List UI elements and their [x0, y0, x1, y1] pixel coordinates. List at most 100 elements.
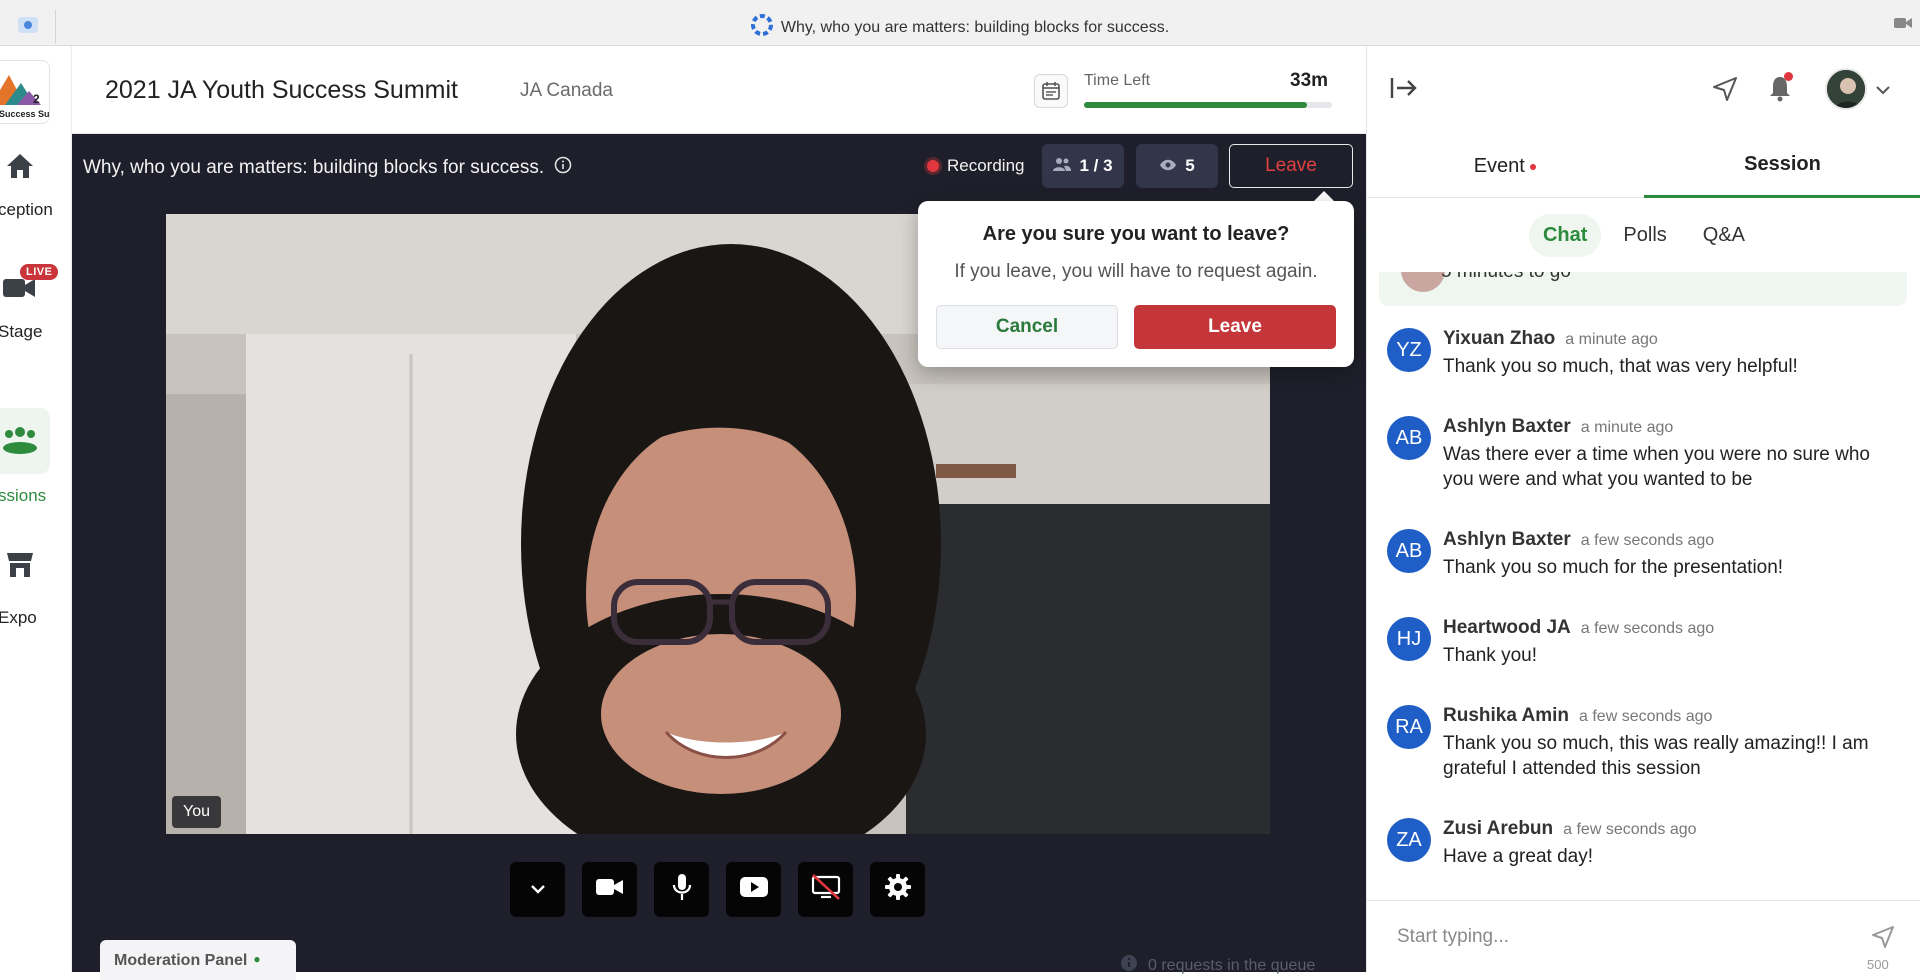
user-avatar[interactable]	[1825, 68, 1867, 110]
avatar: HJ	[1387, 617, 1431, 661]
avatar: RA	[1387, 705, 1431, 749]
chat-messages: 5 minutes to go YZ Yixuan Zhao a minute a…	[1367, 272, 1920, 900]
message-time: a few seconds ago	[1580, 532, 1715, 549]
people-icon	[1053, 156, 1072, 176]
request-queue-status: 0 requests in the queue	[1120, 954, 1315, 977]
tab-event[interactable]: Event ●	[1367, 134, 1644, 198]
message-author: Yixuan Zhao a minute ago	[1443, 328, 1658, 350]
recording-indicator: Recording	[927, 156, 1025, 176]
subtab-chat[interactable]: Chat	[1528, 214, 1602, 257]
home-icon	[0, 146, 40, 186]
calendar-icon[interactable]	[1034, 74, 1068, 108]
microphone-toggle-button[interactable]	[654, 862, 709, 917]
more-options-button[interactable]	[510, 862, 565, 917]
send-message-icon[interactable]	[1871, 925, 1895, 954]
event-title: 2021 JA Youth Success Summit	[105, 76, 458, 104]
message-text: Thank you so much, this was really amazi…	[1443, 733, 1869, 779]
author-name: Ashlyn Baxter	[1443, 529, 1571, 550]
message-author: Ashlyn Baxter a minute ago	[1443, 416, 1673, 438]
share-video-button[interactable]	[726, 862, 781, 917]
organization-name: JA Canada	[520, 80, 613, 101]
moderation-panel-label: Moderation Panel	[114, 952, 248, 969]
left-nav: 2 Success Su ception LIVE Stage ssions E…	[0, 46, 72, 972]
camera-icon	[595, 877, 624, 902]
message-time: a few seconds ago	[1580, 620, 1715, 637]
nav-label-sessions: ssions	[0, 486, 47, 505]
you-label: You	[172, 796, 221, 828]
event-logo[interactable]: 2 Success Su	[0, 60, 50, 124]
message-text: Thank you!	[1443, 645, 1537, 666]
message-text: Was there ever a time when you were no s…	[1443, 444, 1870, 490]
right-panel: Event ● Session Chat Polls Q&A 5 minutes…	[1366, 46, 1920, 972]
tab-session[interactable]: Session	[1644, 134, 1920, 198]
chevron-down-icon[interactable]	[1875, 82, 1891, 100]
avatar: YZ	[1387, 328, 1431, 372]
popover-title: Are you sure you want to leave?	[982, 223, 1290, 245]
media-controls	[510, 862, 925, 917]
message-author: Rushika Amin a few seconds ago	[1443, 705, 1712, 727]
avatar: AB	[1387, 416, 1431, 460]
eye-icon	[1159, 156, 1177, 176]
screen-share-button[interactable]	[798, 862, 853, 917]
avatar	[1401, 272, 1445, 292]
message-text: Thank you so much for the presentation!	[1443, 557, 1784, 578]
message-time: a minute ago	[1565, 331, 1658, 348]
author-name: Heartwood JA	[1443, 617, 1571, 638]
viewers-value: 5	[1185, 156, 1195, 175]
chevron-down-icon	[530, 881, 546, 899]
tab-event-label: Event	[1473, 154, 1525, 177]
message-author: Zusi Arebun a few seconds ago	[1443, 818, 1697, 840]
gear-icon	[884, 873, 912, 906]
message-text: 5 minutes to go	[1441, 272, 1571, 282]
cancel-button[interactable]: Cancel	[936, 305, 1118, 349]
browser-title: Why, who you are matters: building block…	[0, 14, 1920, 41]
session-subtabs: Chat Polls Q&A	[1367, 214, 1920, 257]
event-header: 2021 JA Youth Success Summit JA Canada T…	[72, 46, 1366, 134]
live-badge: LIVE	[20, 264, 59, 280]
viewers-count[interactable]: 5	[1136, 144, 1218, 188]
notification-bell-icon[interactable]	[1768, 72, 1793, 107]
moderation-panel-tab[interactable]: Moderation Panel ●	[100, 940, 296, 980]
time-left-label: Time Left	[1084, 72, 1151, 89]
recording-label: Recording	[947, 156, 1025, 175]
subtab-qa[interactable]: Q&A	[1689, 214, 1759, 257]
screen-share-off-icon	[811, 874, 841, 905]
leave-confirmation-popover: Are you sure you want to leave? If you l…	[918, 201, 1354, 367]
collapse-panel-icon[interactable]	[1389, 76, 1419, 105]
message-author: Heartwood JA a few seconds ago	[1443, 617, 1714, 639]
avatar: AB	[1387, 529, 1431, 573]
chat-composer: 500	[1367, 900, 1920, 972]
time-left-progress	[1084, 102, 1332, 108]
camera-toggle-button[interactable]	[582, 862, 637, 917]
message-time: a minute ago	[1580, 419, 1674, 436]
youtube-icon	[739, 877, 768, 902]
tab-session-label: Session	[1744, 153, 1821, 175]
logo-text: Success Su	[0, 109, 50, 119]
session-title-text: Why, who you are matters: building block…	[83, 157, 545, 178]
avatar: ZA	[1387, 818, 1431, 862]
message-text: Thank you so much, that was very helpful…	[1443, 356, 1798, 377]
confirm-leave-button[interactable]: Leave	[1134, 305, 1336, 349]
message-text: Have a great day!	[1443, 846, 1593, 867]
notification-dot	[1784, 72, 1793, 81]
leave-button[interactable]: Leave	[1229, 144, 1353, 188]
popover-body: If you leave, you will have to request a…	[954, 261, 1318, 282]
message-author: Ashlyn Baxter a few seconds ago	[1443, 529, 1714, 551]
settings-button[interactable]	[870, 862, 925, 917]
participants-count[interactable]: 1 / 3	[1042, 144, 1124, 188]
chat-input[interactable]	[1397, 921, 1837, 953]
nav-label-stage: Stage	[0, 322, 43, 341]
camera-indicator-icon	[1894, 16, 1912, 30]
subtab-polls[interactable]: Polls	[1609, 214, 1680, 257]
info-icon[interactable]	[554, 156, 572, 180]
panel-toolbar	[1367, 46, 1920, 134]
author-name: Ashlyn Baxter	[1443, 416, 1571, 437]
author-name: Yixuan Zhao	[1443, 328, 1556, 349]
list-item: 5 minutes to go	[1379, 272, 1907, 306]
recording-dot-icon	[927, 160, 939, 172]
nav-label-expo: Expo	[0, 608, 37, 627]
microphone-icon	[672, 873, 692, 906]
send-icon[interactable]	[1712, 76, 1738, 107]
nav-label-reception: ception	[0, 200, 53, 219]
author-name: Zusi Arebun	[1443, 818, 1554, 839]
